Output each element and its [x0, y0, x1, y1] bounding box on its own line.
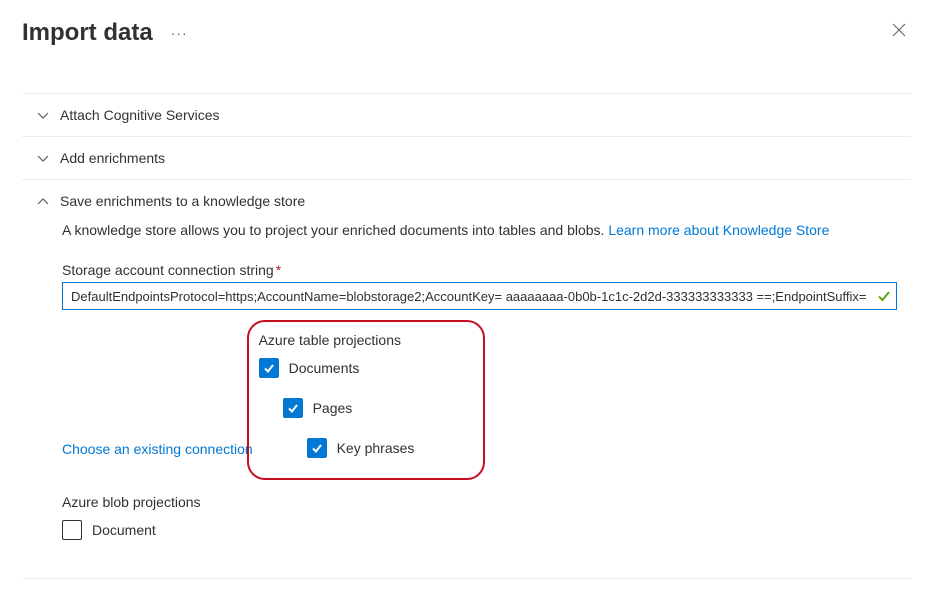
accordion-add-enrichments: Add enrichments	[22, 136, 911, 179]
checkbox-row-pages: Pages	[283, 398, 443, 418]
connection-string-label: Storage account connection string*	[62, 262, 897, 278]
page-header: Import data ···	[0, 0, 933, 65]
checkbox-row-blob-document: Document	[62, 520, 897, 540]
field-label-text: Storage account connection string	[62, 262, 274, 278]
table-projections-group: Azure table projections Documents Pages	[259, 332, 443, 458]
accordion-label: Attach Cognitive Services	[60, 107, 220, 123]
checkbox-label: Document	[92, 522, 156, 538]
checkbox-label: Key phrases	[337, 440, 415, 456]
checkbox-pages[interactable]	[283, 398, 303, 418]
table-projections-title: Azure table projections	[259, 332, 443, 348]
learn-more-link[interactable]: Learn more about Knowledge Store	[608, 222, 829, 238]
connection-string-row	[62, 282, 897, 310]
accordion-attach-cognitive: Attach Cognitive Services	[22, 93, 911, 136]
blob-projections-group: Azure blob projections Document	[62, 494, 897, 540]
connection-string-input[interactable]	[62, 282, 897, 310]
chevron-up-icon	[36, 194, 50, 208]
chevron-down-icon	[36, 108, 50, 122]
content-area: Attach Cognitive Services Add enrichment…	[0, 93, 933, 579]
accordion-header-save-enrichments[interactable]: Save enrichments to a knowledge store	[22, 180, 911, 222]
accordion-header-attach-cognitive[interactable]: Attach Cognitive Services	[22, 94, 911, 136]
accordion-body-save-enrichments: A knowledge store allows you to project …	[22, 222, 911, 578]
checkbox-key-phrases[interactable]	[307, 438, 327, 458]
checkbox-label: Documents	[289, 360, 360, 376]
checkbox-label: Pages	[313, 400, 353, 416]
checkmark-icon	[877, 289, 891, 303]
header-left: Import data ···	[22, 19, 188, 47]
page-title: Import data	[22, 19, 153, 47]
accordion-label: Add enrichments	[60, 150, 165, 166]
checkbox-row-key-phrases: Key phrases	[307, 438, 443, 458]
blob-projections-title: Azure blob projections	[62, 494, 897, 510]
checkbox-documents[interactable]	[259, 358, 279, 378]
choose-existing-connection-link[interactable]: Choose an existing connection	[62, 441, 253, 457]
accordion-save-enrichments: Save enrichments to a knowledge store A …	[22, 179, 911, 579]
intro-text-label: A knowledge store allows you to project …	[62, 222, 608, 238]
checkbox-blob-document[interactable]	[62, 520, 82, 540]
accordion-header-add-enrichments[interactable]: Add enrichments	[22, 137, 911, 179]
close-icon[interactable]	[887, 18, 911, 47]
checkbox-row-documents: Documents	[259, 358, 443, 378]
chevron-down-icon	[36, 151, 50, 165]
intro-text: A knowledge store allows you to project …	[62, 222, 897, 238]
accordion-label: Save enrichments to a knowledge store	[60, 193, 305, 209]
highlight-annotation: Azure table projections Documents Pages	[247, 320, 485, 480]
required-asterisk: *	[276, 262, 281, 278]
more-icon[interactable]: ···	[171, 25, 188, 41]
